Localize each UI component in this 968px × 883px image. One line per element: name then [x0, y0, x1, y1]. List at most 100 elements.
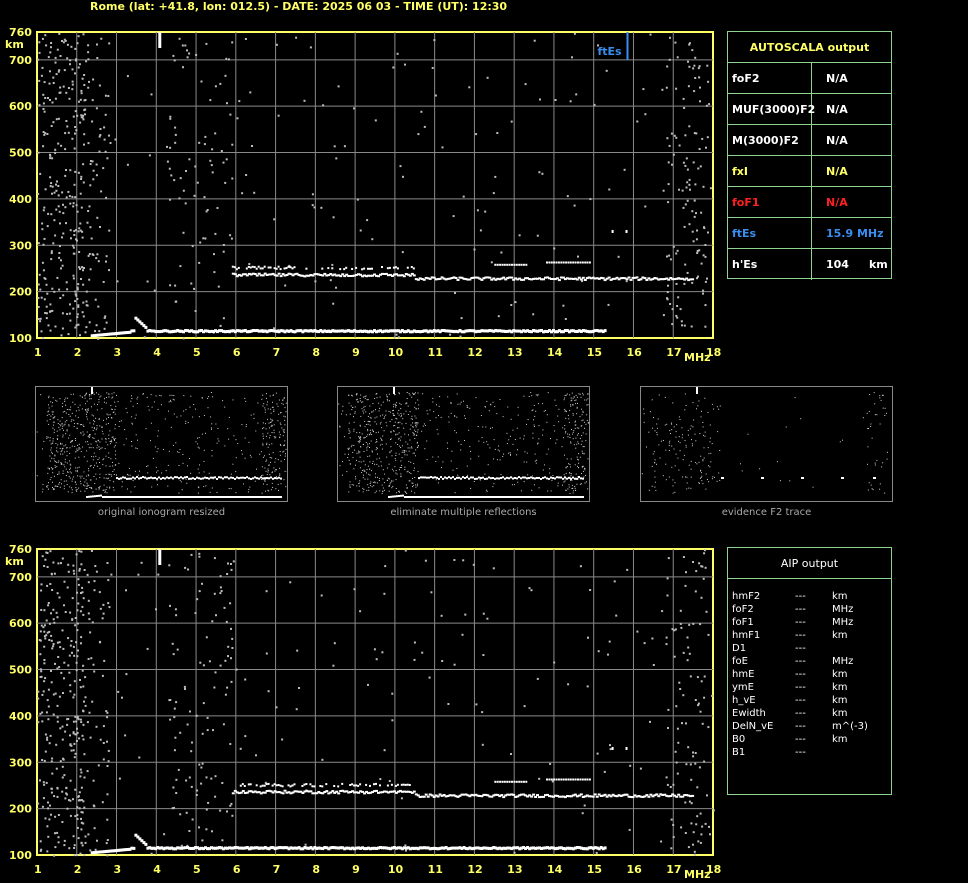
aip-value: ---	[795, 591, 806, 602]
aip-name: foF2	[732, 604, 754, 615]
aip-name: DelN_vE	[732, 721, 774, 732]
thumbnail-original	[35, 386, 288, 502]
autoscala-value-text: 104	[826, 258, 849, 271]
y-tick-label: 300	[9, 756, 32, 769]
y-tick-label: 200	[9, 803, 32, 816]
x-unit-label: MHz	[684, 868, 711, 881]
autoscala-param-name: fxI	[728, 156, 812, 186]
x-tick-label: 11	[428, 863, 443, 876]
aip-name: h_vE	[732, 695, 756, 706]
aip-unit: m^(-3)	[832, 721, 868, 732]
y-tick-label: 400	[9, 710, 32, 723]
ftes-label: ftEs	[598, 45, 623, 58]
aip-row: B0 --- km	[732, 733, 891, 746]
autoscala-title: AUTOSCALA output	[728, 32, 891, 63]
y-unit-label: km	[5, 38, 24, 51]
y-tick-label: 400	[9, 193, 32, 206]
thumbnail-f2-trace	[640, 386, 893, 502]
x-tick-label: 7	[273, 863, 281, 876]
aip-unit: km	[832, 669, 848, 680]
aip-name: B1	[732, 747, 746, 758]
x-tick-label: 7	[273, 346, 281, 359]
x-tick-label: 17	[666, 346, 681, 359]
aip-value: ---	[795, 747, 806, 758]
autoscala-row: foF1 N/A	[728, 187, 891, 218]
thumbnail-plot	[36, 387, 287, 498]
thumbnail-plot	[641, 387, 888, 494]
aip-name: foE	[732, 656, 748, 667]
aip-unit: km	[832, 734, 848, 745]
x-tick-label: 1	[34, 346, 42, 359]
autoscala-param-value: N/A	[812, 63, 891, 93]
aip-unit: MHz	[832, 656, 854, 667]
y-tick-label: 300	[9, 239, 32, 252]
autoscala-value-text: N/A	[826, 195, 848, 209]
aip-value: ---	[795, 695, 806, 706]
autoscala-param-value: N/A	[812, 125, 891, 155]
thumbnail-caption-eliminate: eliminate multiple reflections	[390, 507, 537, 518]
aip-unit: MHz	[832, 604, 854, 615]
aip-name: D1	[732, 643, 747, 654]
x-tick-label: 16	[626, 863, 642, 876]
autoscala-value-text: N/A	[826, 71, 848, 85]
aip-row: foF1 --- MHz	[732, 616, 891, 629]
es-trace	[90, 833, 607, 855]
x-tick-label: 8	[312, 863, 320, 876]
aip-value: ---	[795, 617, 806, 628]
x-tick-label: 14	[547, 346, 563, 359]
aip-value: ---	[795, 734, 806, 745]
aip-row: DelN_vE --- m^(-3)	[732, 720, 891, 733]
x-tick-label: 10	[388, 346, 404, 359]
aip-row: hmF2 --- km	[732, 590, 891, 603]
aip-row: foF2 --- MHz	[732, 603, 891, 616]
x-tick-label: 6	[233, 863, 241, 876]
aip-unit: km	[832, 682, 848, 693]
aip-row: ymE --- km	[732, 681, 891, 694]
aip-row: foE --- MHz	[732, 655, 891, 668]
es-trace	[90, 316, 607, 338]
autoscala-param-name: foF2	[728, 63, 812, 93]
y-tick-label: 600	[9, 100, 32, 113]
autoscala-value-text: N/A	[826, 133, 848, 147]
aip-row: D1 ---	[732, 642, 891, 655]
autoscala-row: MUF(3000)F2 N/A	[728, 94, 891, 125]
aip-value: ---	[795, 669, 806, 680]
ionogram-plot: 760700600500400300200100km1 2 3 4 5 6 7 8 9 10 11 1…	[5, 26, 721, 364]
aip-name: foF1	[732, 617, 754, 628]
autoscala-param-value: N/A	[812, 187, 891, 217]
y-tick-label: 200	[9, 286, 32, 299]
top-marker	[158, 32, 162, 48]
y-tick-label: 500	[9, 664, 32, 677]
autoscala-param-name: M(3000)F2	[728, 125, 812, 155]
x-tick-label: 2	[74, 863, 82, 876]
autoscala-param-name: MUF(3000)F2	[728, 94, 815, 124]
aip-title: AIP output	[728, 548, 891, 579]
aip-name: ymE	[732, 682, 754, 693]
top-marker	[158, 549, 162, 565]
y-tick-label: 600	[9, 617, 32, 630]
x-tick-label: 10	[388, 863, 404, 876]
autoscala-row: h'Es 104 km	[728, 249, 891, 280]
aip-value: ---	[795, 656, 806, 667]
aip-value: ---	[795, 630, 806, 641]
x-tick-label: 14	[547, 863, 563, 876]
aip-name: hmF2	[732, 591, 761, 602]
x-tick-label: 4	[153, 863, 161, 876]
aip-table: AIP output hmF2 --- km foF2 --- MHz foF1 --- MHz…	[727, 547, 892, 795]
aip-unit: km	[832, 708, 848, 719]
autoscala-row: fxI N/A	[728, 156, 891, 187]
x-tick-label: 11	[428, 346, 443, 359]
aip-unit: km	[832, 591, 848, 602]
aip-name: Ewidth	[732, 708, 766, 719]
x-tick-label: 8	[312, 346, 320, 359]
autoscala-table: AUTOSCALA output foF2 N/A MUF(3000)F2 N/A M(…	[727, 31, 892, 280]
f-trace	[231, 229, 695, 282]
thumbnail-caption-original: original ionogram resized	[97, 507, 226, 518]
aip-row: h_vE --- km	[732, 694, 891, 707]
x-tick-label: 16	[626, 346, 642, 359]
aip-name: hmF1	[732, 630, 761, 641]
x-tick-label: 3	[114, 863, 122, 876]
y-tick-label: 500	[9, 147, 32, 160]
thumbnail-caption-f2: evidence F2 trace	[721, 507, 812, 518]
noise-dots	[37, 32, 712, 340]
